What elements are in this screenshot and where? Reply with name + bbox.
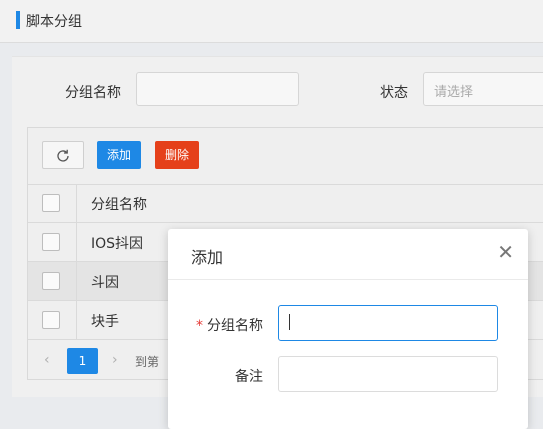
status-select-placeholder: 请选择 (434, 85, 474, 100)
dialog-title: 添加 (191, 248, 224, 267)
row-check-cell (28, 301, 77, 339)
select-all-checkbox[interactable] (42, 194, 60, 212)
close-icon[interactable]: ✕ (497, 242, 514, 262)
row-checkbox[interactable] (42, 311, 60, 329)
row-checkbox[interactable] (42, 233, 60, 251)
title-accent-bar (16, 11, 20, 29)
remark-field-label: 备注 (235, 369, 263, 385)
row-group-name: 斗因 (91, 275, 119, 291)
column-header-group-name: 分组名称 (91, 197, 147, 213)
page-header: 脚本分组 (0, 0, 543, 43)
group-name-field-label: * 分组名称 (196, 315, 263, 335)
group-name-search-input[interactable] (136, 72, 299, 106)
required-mark: * (196, 318, 203, 334)
prev-page-icon[interactable]: ‹ (44, 352, 50, 368)
delete-button[interactable]: 删除 (155, 141, 199, 169)
refresh-button[interactable] (42, 141, 84, 169)
row-group-name: 块手 (91, 314, 119, 330)
add-dialog: 添加 ✕ * 分组名称 备注 (168, 229, 528, 429)
group-name-label-text: 分组名称 (207, 318, 263, 334)
goto-page-label: 到第 (135, 355, 160, 369)
text-caret (289, 314, 290, 330)
table-header-row: 分组名称 (28, 184, 543, 223)
status-label: 状态 (380, 85, 408, 101)
row-check-cell (28, 262, 77, 300)
page-1-button[interactable]: 1 (67, 348, 98, 374)
page-title: 脚本分组 (26, 14, 82, 30)
refresh-icon (57, 149, 69, 162)
remark-field[interactable] (278, 356, 498, 392)
row-check-cell (28, 223, 77, 261)
group-name-field[interactable] (278, 305, 498, 341)
status-select[interactable]: 请选择 (423, 72, 543, 106)
add-button[interactable]: 添加 (97, 141, 141, 169)
dialog-header: 添加 ✕ (168, 229, 528, 280)
select-all-cell (28, 184, 77, 222)
table-toolbar: 添加 删除 (28, 128, 543, 185)
group-name-search-label: 分组名称 (65, 85, 121, 101)
row-group-name: IOS抖因 (91, 236, 144, 252)
row-checkbox[interactable] (42, 272, 60, 290)
next-page-icon[interactable]: › (112, 352, 118, 368)
